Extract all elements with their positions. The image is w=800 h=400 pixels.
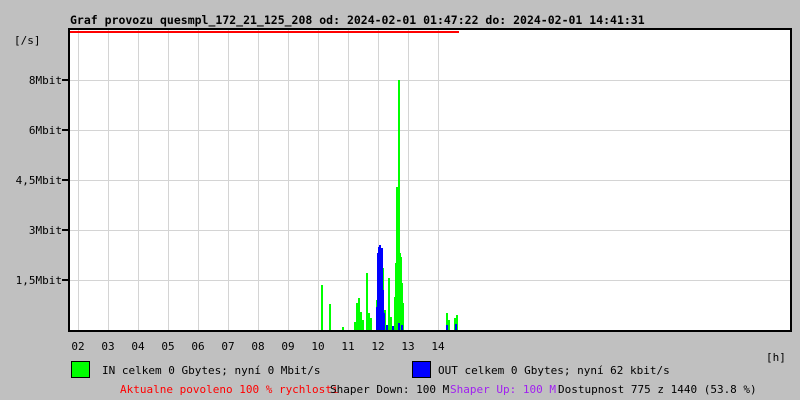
x-axis-tick-label: 09: [281, 340, 295, 353]
out-traffic-spike: [383, 313, 385, 330]
in-traffic-spike: [362, 320, 364, 330]
out-legend-label: OUT celkem 0 Gbytes; nyní 62 kbit/s: [438, 364, 670, 377]
y-axis-tick-mark: [62, 229, 68, 231]
x-axis-tick-label: 05: [161, 340, 175, 353]
shaper-down-status: Shaper Down: 100 M: [330, 383, 450, 396]
horizontal-gridline: [70, 80, 790, 81]
vertical-gridline: [288, 30, 289, 330]
graph-title: Graf provozu quesmpl_172_21_125_208 od: …: [70, 13, 645, 27]
in-traffic-spike: [370, 318, 372, 330]
x-axis-tick-label: 07: [221, 340, 235, 353]
out-legend-swatch: [412, 361, 431, 378]
vertical-gridline: [438, 30, 439, 330]
vertical-gridline: [108, 30, 109, 330]
traffic-plot-area: [68, 28, 792, 332]
y-axis-tick-label: 4,5Mbit: [15, 174, 62, 187]
out-traffic-spike: [386, 325, 388, 330]
x-axis-tick-label: 13: [401, 340, 415, 353]
in-legend-swatch: [71, 361, 90, 378]
x-axis-tick-label: 12: [371, 340, 385, 353]
shaper-up-status: Shaper Up: 100 M: [450, 383, 556, 396]
horizontal-gridline: [70, 180, 790, 181]
vertical-gridline: [138, 30, 139, 330]
vertical-gridline: [168, 30, 169, 330]
x-axis-tick-label: 04: [131, 340, 145, 353]
traffic-graph-page: Graf provozu quesmpl_172_21_125_208 od: …: [0, 0, 800, 400]
y-axis-tick-label: 6Mbit: [28, 124, 62, 137]
vertical-gridline: [198, 30, 199, 330]
x-axis-tick-label: 06: [191, 340, 205, 353]
in-traffic-spike: [342, 327, 344, 330]
vertical-gridline: [348, 30, 349, 330]
in-traffic-spike: [448, 320, 450, 330]
in-traffic-spike: [329, 304, 331, 330]
vertical-gridline: [228, 30, 229, 330]
vertical-gridline: [408, 30, 409, 330]
x-axis-tick-label: 03: [101, 340, 115, 353]
x-axis-tick-label: 11: [341, 340, 355, 353]
y-axis-tick-label: 1,5Mbit: [15, 274, 62, 287]
horizontal-gridline: [70, 280, 790, 281]
y-axis-tick-mark: [62, 129, 68, 131]
vertical-gridline: [318, 30, 319, 330]
out-traffic-spike: [398, 323, 400, 330]
vertical-gridline: [258, 30, 259, 330]
x-axis-tick-label: 14: [431, 340, 445, 353]
x-axis-tick-label: 08: [251, 340, 265, 353]
in-traffic-spike: [321, 285, 323, 330]
y-axis-tick-mark: [62, 279, 68, 281]
out-traffic-spike: [455, 324, 457, 330]
x-axis-unit-label: [h]: [766, 351, 786, 364]
horizontal-gridline: [70, 130, 790, 131]
y-axis-tick-label: 3Mbit: [28, 224, 62, 237]
vertical-gridline: [78, 30, 79, 330]
y-axis-unit-label: [/s]: [14, 34, 41, 47]
y-axis-tick-mark: [62, 179, 68, 181]
out-traffic-spike: [392, 326, 394, 330]
y-axis-tick-label: 8Mbit: [28, 74, 62, 87]
allowed-speed-limit-line: [70, 31, 459, 33]
x-axis-tick-label: 10: [311, 340, 325, 353]
y-axis-tick-mark: [62, 79, 68, 81]
x-axis-tick-label: 02: [71, 340, 85, 353]
in-legend-label: IN celkem 0 Gbytes; nyní 0 Mbit/s: [102, 364, 321, 377]
out-traffic-spike: [401, 325, 403, 330]
availability-status: Dostupnost 775 z 1440 (53.8 %): [558, 383, 757, 396]
horizontal-gridline: [70, 230, 790, 231]
out-traffic-spike: [446, 325, 448, 330]
allowed-speed-status: Aktualne povoleno 100 % rychlosti: [120, 383, 339, 396]
